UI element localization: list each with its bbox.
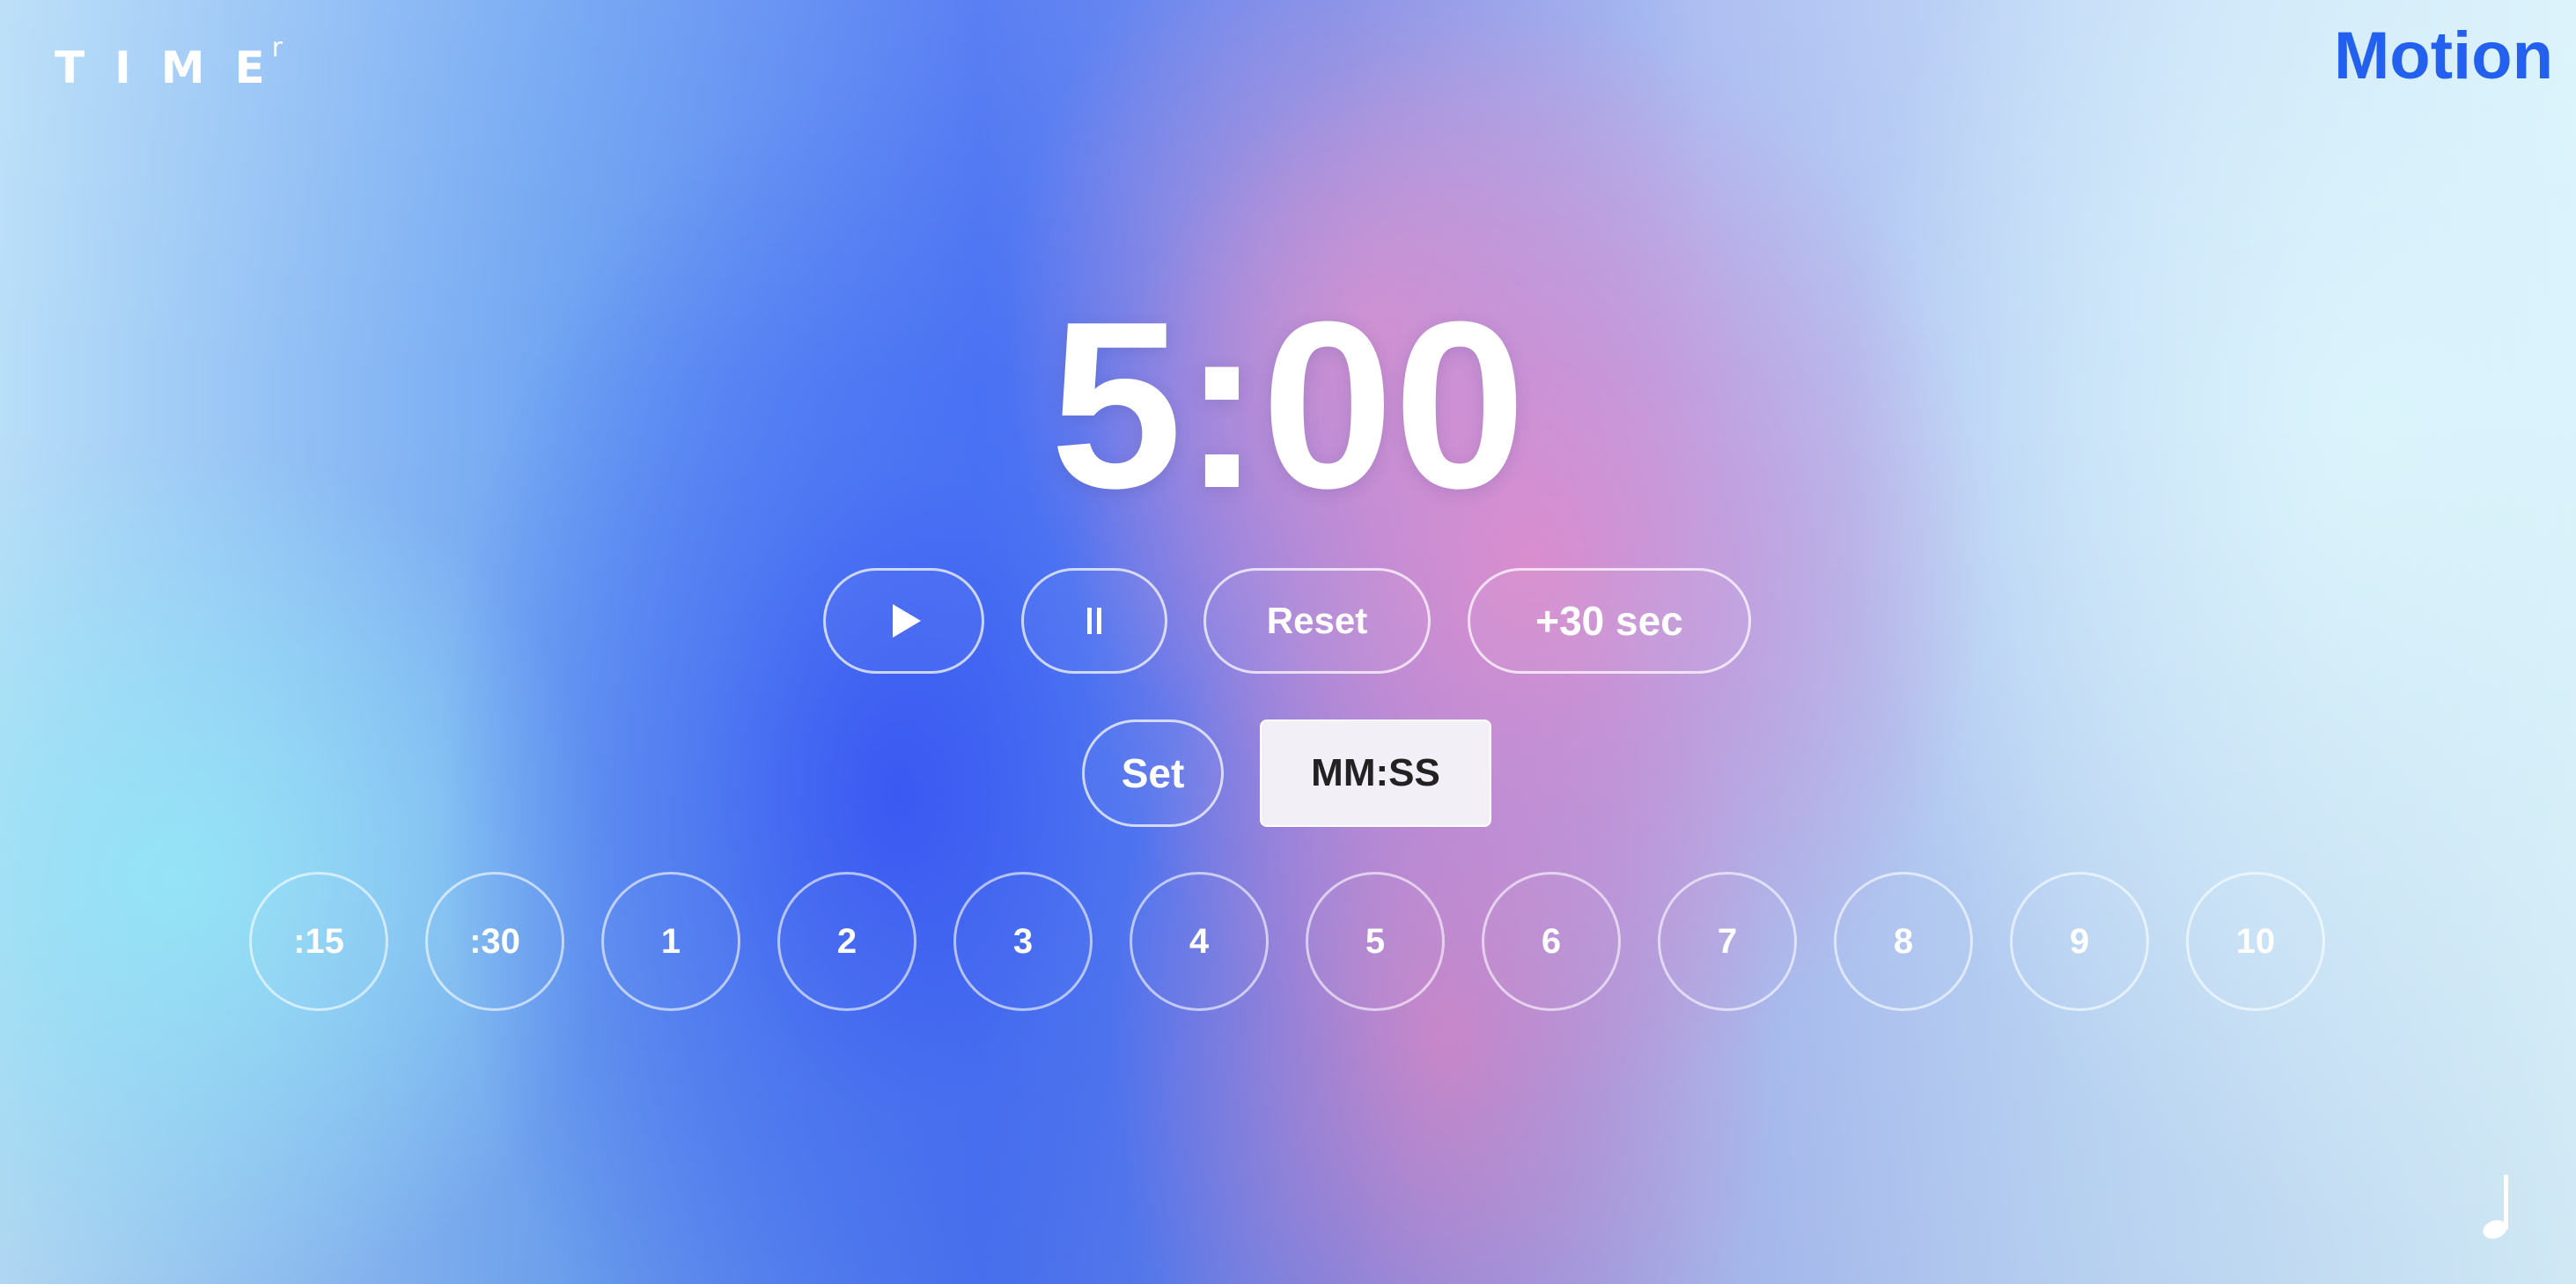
play-icon xyxy=(892,604,921,638)
preset-10-minutes[interactable]: 10 xyxy=(2186,872,2325,1011)
set-button[interactable]: Set xyxy=(1082,719,1224,827)
preset-30-seconds[interactable]: :30 xyxy=(425,872,564,1011)
music-note-icon[interactable] xyxy=(2479,1171,2523,1242)
preset-1-minute[interactable]: 1 xyxy=(601,872,740,1011)
timer-display: 5:00 xyxy=(1049,273,1527,538)
time-input[interactable] xyxy=(1260,719,1491,827)
logo-text: TIME xyxy=(55,42,295,93)
preset-9-minutes[interactable]: 9 xyxy=(2010,872,2149,1011)
preset-6-minutes[interactable]: 6 xyxy=(1482,872,1621,1011)
preset-7-minutes[interactable]: 7 xyxy=(1658,872,1797,1011)
logo: TIMEr xyxy=(55,35,305,91)
add-30-seconds-button[interactable]: +30 sec xyxy=(1468,568,1751,674)
play-button[interactable] xyxy=(823,568,984,674)
reset-button[interactable]: Reset xyxy=(1203,568,1431,674)
preset-5-minutes[interactable]: 5 xyxy=(1306,872,1445,1011)
pause-button[interactable] xyxy=(1021,568,1167,674)
preset-15-seconds[interactable]: :15 xyxy=(249,872,388,1011)
preset-3-minutes[interactable]: 3 xyxy=(953,872,1093,1011)
pause-icon xyxy=(1087,608,1101,634)
preset-2-minutes[interactable]: 2 xyxy=(777,872,916,1011)
preset-8-minutes[interactable]: 8 xyxy=(1834,872,1973,1011)
motion-link[interactable]: Motion xyxy=(2334,23,2553,90)
logo-superscript: r xyxy=(271,33,283,63)
preset-4-minutes[interactable]: 4 xyxy=(1130,872,1269,1011)
